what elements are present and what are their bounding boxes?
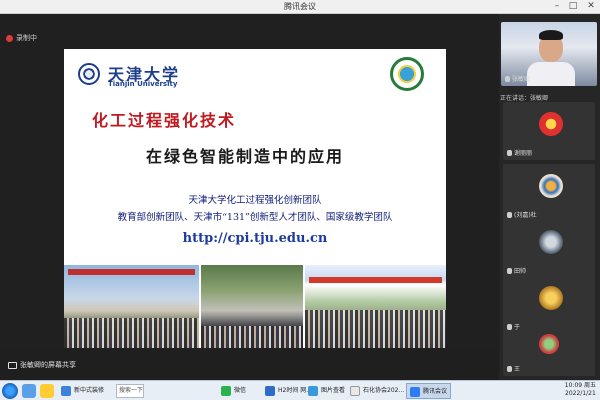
avatar xyxy=(539,230,563,254)
mic-icon xyxy=(505,75,510,82)
participant-name: 于 xyxy=(507,322,520,331)
photo-banner xyxy=(309,277,442,283)
image-viewer-icon xyxy=(308,386,318,396)
taskbar-item[interactable]: 新中式装修 xyxy=(58,383,107,399)
mic-icon xyxy=(507,323,512,330)
participant-tile[interactable]: 于 xyxy=(503,276,595,334)
shared-screen-slide: 天津大学 Tianjin University 化工过程强化技术 在绿色智能制造… xyxy=(64,49,446,348)
participant-name: 谢丽丽 xyxy=(507,148,532,157)
participant-name: 张敏卿 xyxy=(505,74,530,83)
group-photo-3 xyxy=(305,265,446,348)
meeting-window: 腾讯会议 – □ ✕ 录制中 天津大学 Tianjin University 化… xyxy=(0,0,600,380)
window-title: 腾讯会议 xyxy=(284,2,316,11)
taskbar-item[interactable]: 微信 xyxy=(218,383,249,399)
participant-tile[interactable]: (刘嘉)杜 xyxy=(503,164,595,222)
participant-name: 田帅 xyxy=(507,266,526,275)
participant-tile-camera[interactable]: 张敏卿 xyxy=(501,22,597,86)
team-url: http://cpi.tju.edu.cn xyxy=(182,231,328,246)
recording-label: 录制中 xyxy=(16,34,37,42)
clock-time: 10:09 周五 xyxy=(564,382,596,389)
participant-tile[interactable]: 王 xyxy=(503,332,595,376)
mic-icon xyxy=(507,267,512,274)
participant-name: (刘嘉)杜 xyxy=(507,210,537,219)
crowd xyxy=(201,326,303,348)
school-name-en: Tianjin University xyxy=(108,80,178,88)
taskbar-item[interactable]: 图片查看 xyxy=(305,383,348,399)
clock-date: 2022/1/21 xyxy=(565,390,596,397)
slide-title-line2: 在绿色智能制造中的应用 xyxy=(146,147,345,166)
avatar xyxy=(539,334,559,354)
cpi-logo-icon xyxy=(390,57,424,91)
taskbar-item-active[interactable]: 腾讯会议 xyxy=(406,383,452,399)
avatar xyxy=(539,112,563,136)
app-icon xyxy=(265,386,275,396)
wechat-icon xyxy=(221,386,231,396)
mic-icon xyxy=(507,365,512,372)
mic-icon xyxy=(507,149,512,156)
person-hair xyxy=(539,30,563,40)
crowd xyxy=(64,318,199,348)
team-name: 天津大学化工过程强化创新团队 xyxy=(188,195,322,206)
participant-tile[interactable]: 谢丽丽 xyxy=(503,102,595,160)
mic-icon xyxy=(507,211,512,218)
university-seal-icon xyxy=(78,63,100,85)
start-button[interactable] xyxy=(2,383,18,399)
slide-title-line1: 化工过程强化技术 xyxy=(92,111,237,130)
windows-taskbar: 新中式装修 搜索一下 H2时间 网... 微信 图片查看 石化协会202... … xyxy=(0,380,600,400)
avatar xyxy=(539,286,563,310)
search-box[interactable]: 搜索一下 xyxy=(116,384,144,398)
screen-share-icon xyxy=(8,361,17,369)
crowd xyxy=(305,310,446,348)
taskview-icon[interactable] xyxy=(22,384,36,398)
photo-banner xyxy=(68,269,195,275)
recording-dot-icon xyxy=(6,34,13,42)
participant-name: 王 xyxy=(507,364,520,373)
document-icon xyxy=(350,386,360,396)
title-bar: 腾讯会议 – □ ✕ xyxy=(0,0,600,14)
tencent-meeting-icon xyxy=(410,387,420,397)
participant-panel: 张敏卿 正在讲话：张敏卿 谢丽丽 (刘嘉)杜 田帅 于 王 xyxy=(499,14,600,380)
photo-strip xyxy=(64,265,446,348)
recording-indicator[interactable]: 录制中 xyxy=(6,32,37,44)
speaking-indicator: 正在讲话：张敏卿 xyxy=(500,95,549,102)
browser-icon xyxy=(61,386,71,396)
folder-icon[interactable] xyxy=(40,384,54,398)
taskbar-item[interactable]: 石化协会202... xyxy=(347,383,407,399)
participant-tile[interactable]: 田帅 xyxy=(503,220,595,278)
avatar xyxy=(539,174,563,198)
close-button[interactable]: ✕ xyxy=(582,0,600,14)
team-honors: 教育部创新团队、天津市“131”创新型人才团队、国家级教学团队 xyxy=(117,212,393,223)
group-photo-2 xyxy=(201,265,303,348)
group-photo-1 xyxy=(64,265,199,348)
system-clock[interactable]: 10:09 周五 2022/1/21 xyxy=(565,382,596,398)
maximize-button[interactable]: □ xyxy=(564,0,582,14)
screen-share-label[interactable]: 张敏卿的屏幕共享 xyxy=(8,360,76,370)
person-shirt xyxy=(527,62,575,86)
